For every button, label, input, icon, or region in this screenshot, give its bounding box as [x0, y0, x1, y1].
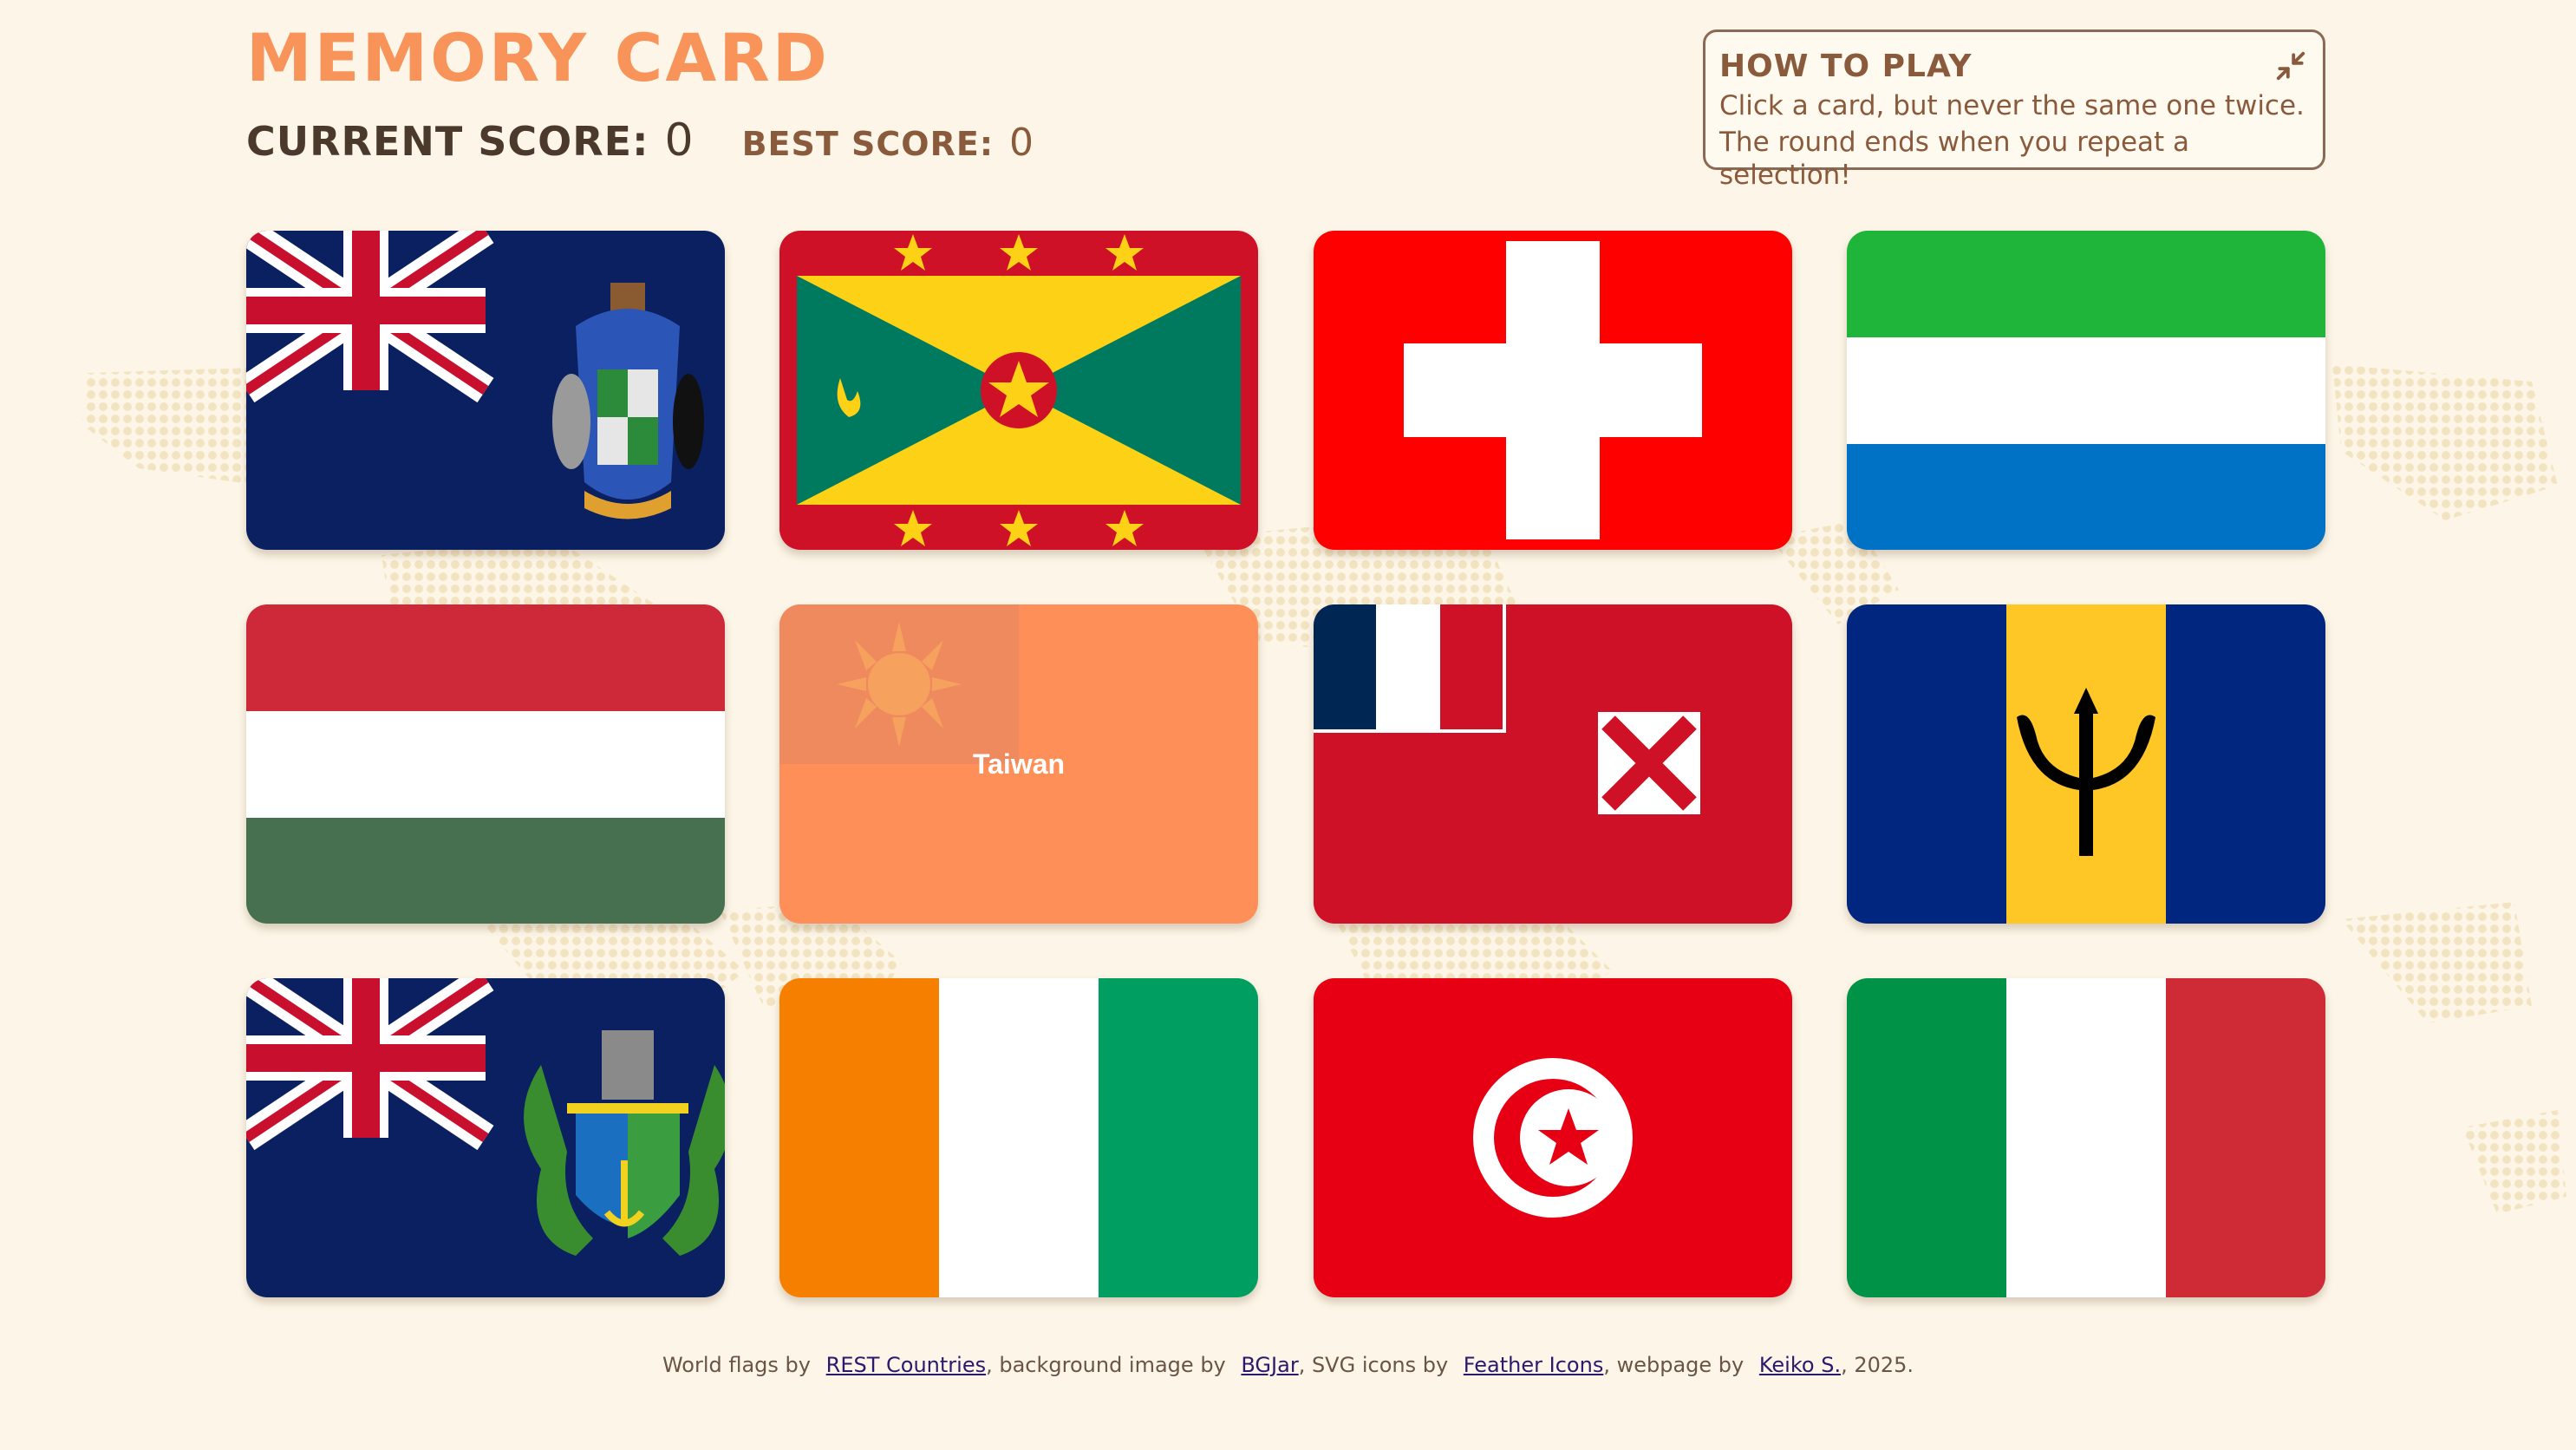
- footer-text: , SVG icons by: [1298, 1353, 1449, 1377]
- flag-card-tunisia[interactable]: [1314, 978, 1792, 1297]
- flag-grenada: [779, 231, 1258, 550]
- rest-countries-link[interactable]: REST Countries: [826, 1353, 986, 1377]
- page-title: MEMORY CARD: [246, 19, 830, 96]
- bgjar-link[interactable]: BGJar: [1241, 1353, 1298, 1377]
- flag-card-barbados[interactable]: [1847, 604, 2325, 924]
- flag-card-switzerland[interactable]: [1314, 231, 1792, 550]
- flag-barbados: [1847, 604, 2325, 924]
- flag-card-south-georgia[interactable]: [246, 231, 725, 550]
- flag-card-hungary[interactable]: [246, 604, 725, 924]
- how-to-play-panel: HOW TO PLAY Click a card, but never the …: [1703, 29, 2325, 191]
- collapse-panel-button[interactable]: [2274, 49, 2307, 82]
- author-link[interactable]: Keiko S.: [1759, 1353, 1841, 1377]
- minimize-icon: [2276, 51, 2305, 81]
- flag-south-georgia: [246, 231, 725, 550]
- footer-text: , webpage by: [1603, 1353, 1745, 1377]
- flag-wallis-and-futuna: [1314, 604, 1792, 924]
- current-score-value: 0: [664, 114, 694, 167]
- flag-card-italy[interactable]: [1847, 978, 2325, 1297]
- how-to-play-line-1: Click a card, but never the same one twi…: [1719, 90, 2305, 121]
- current-score-label: CURRENT SCORE:: [246, 118, 649, 165]
- flag-card-pitcairn-islands[interactable]: [246, 978, 725, 1297]
- flag-italy: [1847, 978, 2325, 1297]
- flag-hungary: [246, 604, 725, 924]
- footer-text: , background image by: [986, 1353, 1226, 1377]
- how-to-play-line-2: The round ends when you repeat a selecti…: [1719, 127, 2190, 191]
- flag-card-grenada[interactable]: [779, 231, 1258, 550]
- flag-card-wallis-and-futuna[interactable]: [1314, 604, 1792, 924]
- footer-text: World flags by: [662, 1353, 811, 1377]
- best-score-value: 0: [1009, 121, 1034, 165]
- flag-sierra-leone: [1847, 231, 2325, 550]
- flag-card-ivory-coast[interactable]: [779, 978, 1258, 1297]
- card-label: Taiwan: [972, 748, 1066, 780]
- best-score-label: BEST SCORE:: [741, 125, 995, 163]
- footer-text: , 2025.: [1841, 1353, 1914, 1377]
- scoreboard: CURRENT SCORE: 0 BEST SCORE: 0: [246, 114, 1034, 167]
- how-to-play-title: HOW TO PLAY: [1719, 49, 1973, 84]
- flag-card-sierra-leone[interactable]: [1847, 231, 2325, 550]
- flag-tunisia: [1314, 978, 1792, 1297]
- flag-switzerland: [1314, 231, 1792, 550]
- flag-ivory-coast: [779, 978, 1258, 1297]
- flag-card-taiwan[interactable]: Taiwan: [779, 604, 1258, 924]
- feather-icons-link[interactable]: Feather Icons: [1464, 1353, 1604, 1377]
- flag-pitcairn-islands: [246, 978, 725, 1297]
- footer-credits: World flags by REST Countries, backgroun…: [0, 1353, 2576, 1377]
